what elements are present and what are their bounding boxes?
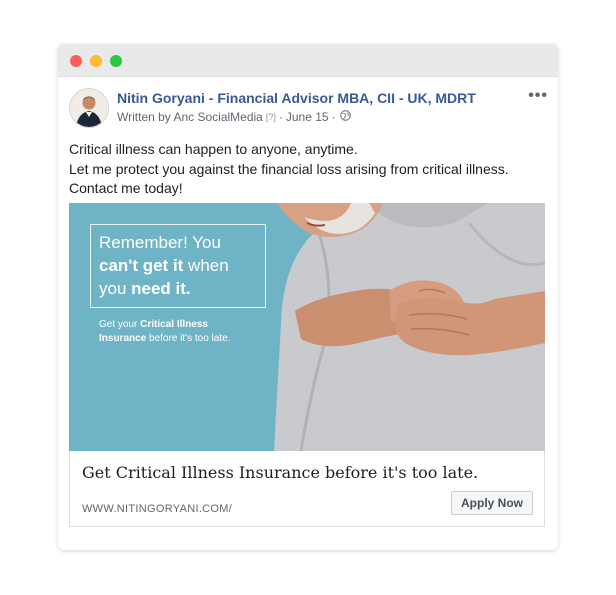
separator-dot: · xyxy=(278,110,283,124)
separator-dot: · xyxy=(331,110,336,124)
ad-headline-bold: need it. xyxy=(131,279,191,298)
more-options-icon[interactable]: ••• xyxy=(528,88,548,104)
close-window-button[interactable] xyxy=(70,55,82,67)
post-text-line: Contact me today! xyxy=(69,180,183,196)
help-icon[interactable]: [?] xyxy=(266,112,276,122)
written-by-label: Written by Anc SocialMedia xyxy=(117,110,263,124)
post-text-line: Critical illness can happen to anyone, a… xyxy=(69,141,358,157)
ad-subline-bold: Critical Illness xyxy=(140,319,208,330)
ad-subline-bold: Insurance xyxy=(99,333,147,344)
ad-subline-line: Get your Critical Illness xyxy=(99,318,279,332)
post-text: Critical illness can happen to anyone, a… xyxy=(69,140,549,199)
maximize-window-button[interactable] xyxy=(110,55,122,67)
ad-subline-line: Insurance before it's too late. xyxy=(99,332,279,346)
link-domain: WWW.NITINGORYANI.COM/ xyxy=(82,503,233,515)
browser-window: Nitin Goryani - Financial Advisor MBA, C… xyxy=(58,44,558,550)
post-text-line: Let me protect you against the financial… xyxy=(69,160,509,177)
ad-headline-bold: can't get it xyxy=(99,256,184,275)
ad-headline: Remember! You can't get it when you need… xyxy=(99,231,269,300)
ad-subline-text: before it's too late. xyxy=(146,333,231,344)
ad-headline-line: can't get it when xyxy=(99,254,269,277)
apply-now-button[interactable]: Apply Now xyxy=(451,491,533,515)
globe-icon xyxy=(339,110,351,124)
ad-headline-text: you xyxy=(99,279,132,298)
window-titlebar xyxy=(58,44,558,77)
ad-headline-line: you need it. xyxy=(99,277,269,300)
link-title[interactable]: Get Critical Illness Insurance before it… xyxy=(82,463,522,482)
ad-image[interactable]: Remember! You can't get it when you need… xyxy=(69,203,545,451)
post-meta: Written by Anc SocialMedia [?] · June 15… xyxy=(117,110,351,124)
ad-headline-text: when xyxy=(183,256,229,275)
ad-subline-text: Get your xyxy=(99,319,141,330)
ad-headline-line: Remember! You xyxy=(99,233,221,252)
post-date[interactable]: June 15 xyxy=(286,110,329,124)
author-name-link[interactable]: Nitin Goryani - Financial Advisor MBA, C… xyxy=(117,90,476,106)
avatar[interactable] xyxy=(69,88,109,128)
minimize-window-button[interactable] xyxy=(90,55,102,67)
link-preview-card[interactable]: Get Critical Illness Insurance before it… xyxy=(69,451,545,527)
ad-subline: Get your Critical Illness Insurance befo… xyxy=(99,318,279,346)
